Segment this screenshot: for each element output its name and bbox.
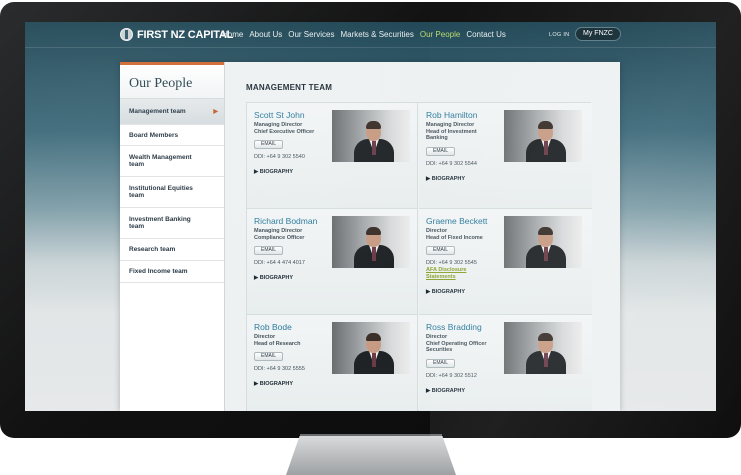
email-button[interactable]: EMAIL [254, 246, 283, 255]
biography-label: BIOGRAPHY [431, 289, 466, 295]
nav-our-people[interactable]: Our People [420, 30, 460, 39]
nav-markets-securities[interactable]: Markets & Securities [340, 30, 413, 39]
sidebar-item-label: Management team [129, 108, 186, 115]
logo-icon [120, 28, 133, 41]
sidebar-item-investment-banking[interactable]: Investment Banking team [120, 208, 224, 239]
sidebar-item-research-team[interactable]: Research team [120, 239, 224, 261]
person-photo [504, 322, 582, 374]
sidebar-item-label: Institutional Equities team [129, 185, 193, 199]
person-title: Director Head of Research [254, 334, 300, 347]
person-photo [332, 216, 410, 268]
sidebar-item-label: Research team [129, 246, 176, 253]
sidebar: Our People Management team ▶ Board Membe… [120, 62, 225, 411]
phone-number: DDI: +64 9 302 5544 [426, 161, 477, 167]
person-title: Director Head of Fixed Income [426, 228, 483, 241]
sidebar-item-label: Wealth Management team [129, 154, 192, 168]
logo[interactable]: FIRST NZ CAPITAL [120, 28, 233, 41]
phone-number: DDI: +64 4 474 4017 [254, 260, 305, 266]
phone-number: DDI: +64 9 302 5540 [254, 154, 305, 160]
link-line: Statements [426, 273, 456, 280]
biography-link[interactable]: ▶ BIOGRAPHY [426, 388, 465, 394]
main-nav: Home About Us Our Services Markets & Sec… [222, 30, 506, 39]
person-photo [504, 216, 582, 268]
sidebar-item-fixed-income[interactable]: Fixed Income team [120, 261, 224, 283]
title-line: Compliance Officer [254, 234, 305, 241]
section-heading: MANAGEMENT TEAM [246, 83, 333, 92]
sidebar-item-label: Investment Banking team [129, 216, 191, 230]
page-title: Our People [129, 76, 193, 91]
biography-link[interactable]: ▶ BIOGRAPHY [254, 381, 293, 387]
person-title: Director Chief Operating Officer Securit… [426, 334, 487, 354]
person-card: Ross Bradding Director Chief Operating O… [419, 315, 592, 411]
arrow-right-icon: ▶ [213, 109, 218, 115]
email-button[interactable]: EMAIL [426, 246, 455, 255]
login-link[interactable]: LOG IN [549, 32, 569, 38]
person-card: Richard Bodman Managing Director Complia… [247, 209, 418, 315]
title-line: Chief Executive Officer [254, 128, 315, 135]
person-name[interactable]: Rob Hamilton [426, 110, 478, 120]
title-line: Head of Research [254, 340, 301, 347]
sidebar-item-label: Fixed Income team [129, 268, 188, 275]
title-line: Securities [426, 347, 453, 353]
biography-link[interactable]: ▶ BIOGRAPHY [426, 289, 465, 295]
title-line: Managing Director [426, 122, 475, 128]
person-name[interactable]: Graeme Beckett [426, 216, 487, 226]
my-fnzc-button[interactable]: My FNZC [575, 27, 621, 41]
biography-link[interactable]: ▶ BIOGRAPHY [254, 275, 293, 281]
biography-label: BIOGRAPHY [259, 169, 294, 175]
screen: FIRST NZ CAPITAL Home About Us Our Servi… [25, 22, 716, 411]
biography-label: BIOGRAPHY [431, 176, 466, 182]
logo-text: FIRST NZ CAPITAL [137, 28, 234, 41]
nav-about-us[interactable]: About Us [249, 30, 282, 39]
top-navigation-bar: FIRST NZ CAPITAL Home About Us Our Servi… [25, 22, 716, 48]
person-name[interactable]: Richard Bodman [254, 216, 317, 226]
sidebar-item-board-members[interactable]: Board Members [120, 125, 224, 146]
afa-disclosure-link[interactable]: AFA Disclosure Statements [426, 267, 466, 280]
person-photo [332, 110, 410, 162]
biography-label: BIOGRAPHY [431, 388, 466, 394]
page-panel: Our People Management team ▶ Board Membe… [120, 62, 620, 411]
sidebar-item-label: Board Members [129, 131, 179, 139]
person-title: Managing Director Head of Investment Ban… [426, 122, 477, 142]
person-name[interactable]: Ross Bradding [426, 322, 482, 332]
biography-link[interactable]: ▶ BIOGRAPHY [254, 169, 293, 175]
title-line: Managing Director [254, 228, 303, 234]
title-line: Head of Fixed Income [426, 234, 483, 241]
person-title: Managing Director Chief Executive Office… [254, 122, 314, 135]
nav-home[interactable]: Home [222, 30, 243, 39]
main-content: MANAGEMENT TEAM Scott St John Managing D… [240, 62, 615, 411]
phone-number: DDI: +64 9 302 5512 [426, 373, 477, 379]
person-title: Managing Director Compliance Officer [254, 228, 304, 241]
email-button[interactable]: EMAIL [254, 352, 283, 361]
email-button[interactable]: EMAIL [426, 359, 455, 368]
email-button[interactable]: EMAIL [254, 140, 283, 149]
person-card: Graeme Beckett Director Head of Fixed In… [419, 209, 592, 315]
email-button[interactable]: EMAIL [426, 147, 455, 156]
monitor-stand [286, 436, 456, 475]
person-photo [504, 110, 582, 162]
person-card: Scott St John Managing Director Chief Ex… [247, 103, 418, 209]
person-card: Rob Bode Director Head of Research EMAIL… [247, 315, 418, 411]
phone-number: DDI: +64 9 302 5545 [426, 260, 477, 266]
phone-number: DDI: +64 9 302 5555 [254, 366, 305, 372]
link-line: AFA Disclosure [426, 267, 467, 273]
nav-contact-us[interactable]: Contact Us [466, 30, 506, 39]
sidebar-item-wealth-management[interactable]: Wealth Management team [120, 146, 224, 177]
people-grid: Scott St John Managing Director Chief Ex… [246, 102, 592, 411]
nav-our-services[interactable]: Our Services [288, 30, 334, 39]
biography-link[interactable]: ▶ BIOGRAPHY [426, 176, 465, 182]
sidebar-item-institutional-equities[interactable]: Institutional Equities team [120, 177, 224, 208]
biography-label: BIOGRAPHY [259, 381, 294, 387]
person-name[interactable]: Rob Bode [254, 322, 292, 332]
title-line: Banking [426, 135, 448, 141]
sidebar-header: Our People [120, 62, 224, 99]
biography-label: BIOGRAPHY [259, 275, 294, 281]
person-photo [332, 322, 410, 374]
sidebar-item-management-team[interactable]: Management team ▶ [120, 99, 224, 125]
person-card: Rob Hamilton Managing Director Head of I… [419, 103, 592, 209]
person-name[interactable]: Scott St John [254, 110, 305, 120]
